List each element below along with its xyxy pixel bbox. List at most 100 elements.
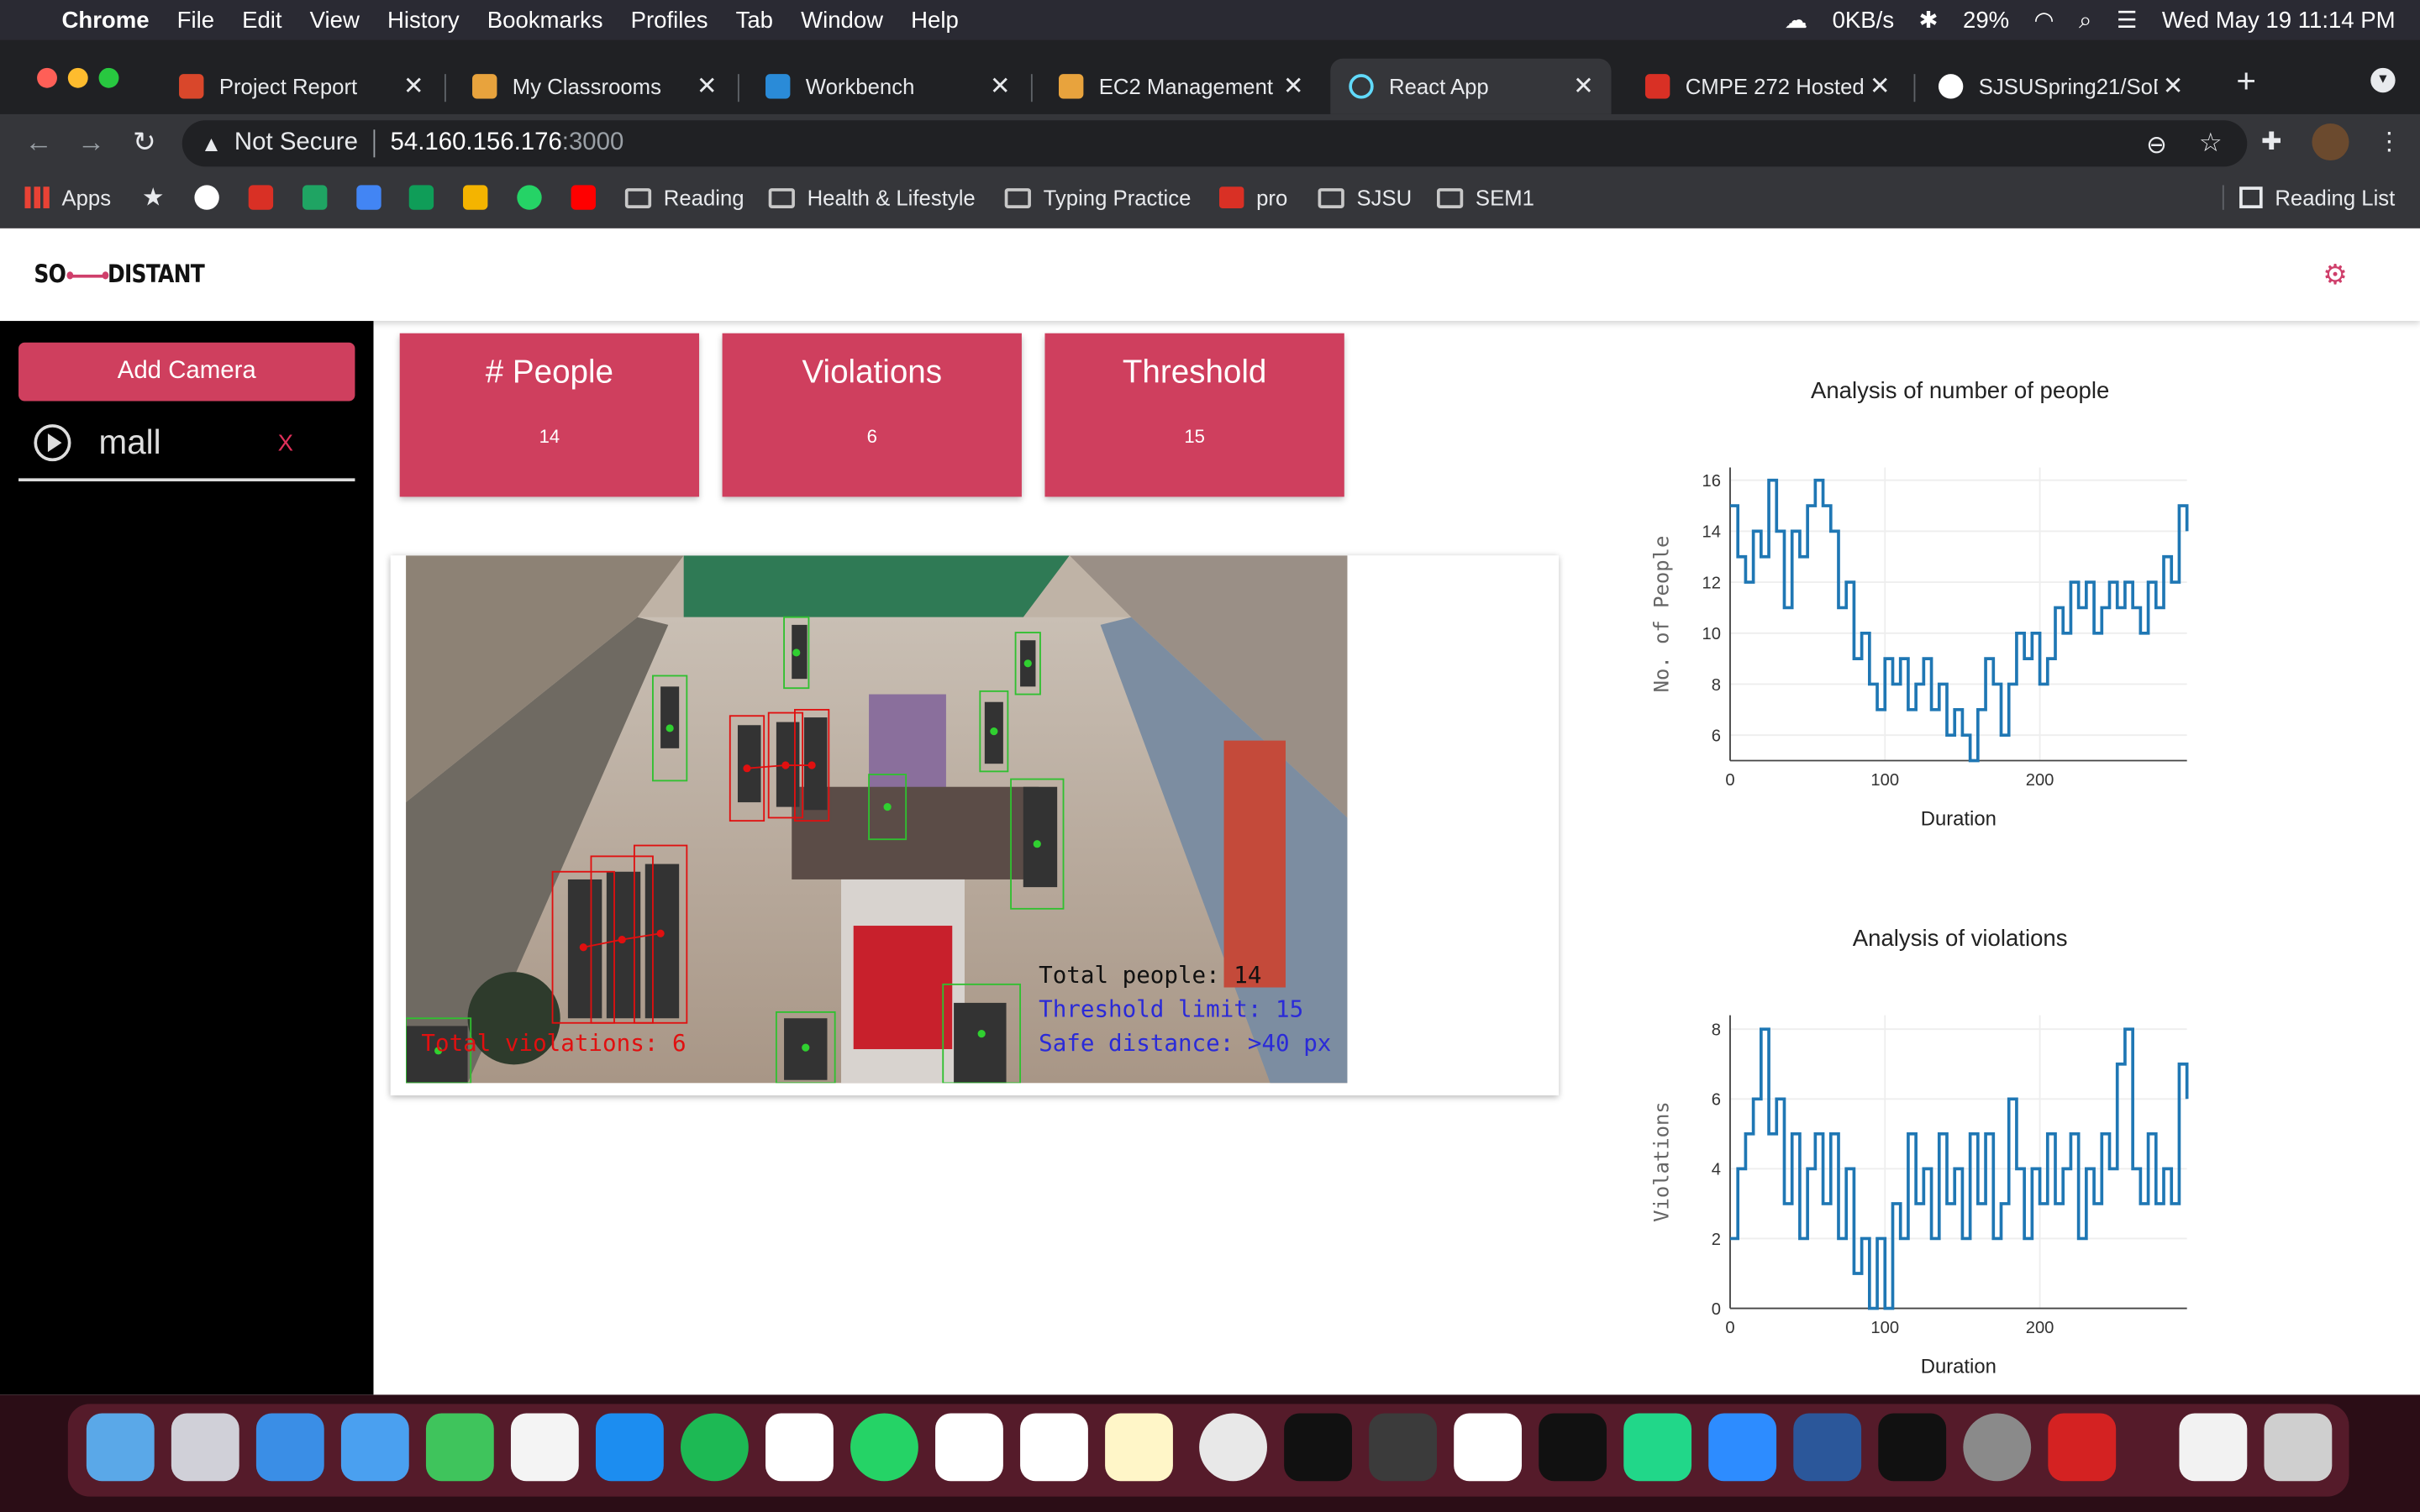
google-icon[interactable] bbox=[194, 185, 219, 210]
document-icon[interactable] bbox=[2179, 1413, 2248, 1482]
activity-monitor-icon[interactable] bbox=[1878, 1413, 1947, 1482]
tab-ec2-management[interactable]: EC2 Management C ✕ bbox=[1040, 59, 1321, 114]
back-icon[interactable]: ← bbox=[24, 127, 52, 160]
forward-icon[interactable]: → bbox=[77, 127, 105, 160]
sheets-icon[interactable] bbox=[408, 185, 434, 210]
facetime-icon[interactable] bbox=[425, 1413, 494, 1482]
spotify-icon[interactable] bbox=[681, 1413, 749, 1482]
notes-icon[interactable] bbox=[1105, 1413, 1173, 1482]
people-chart-svg[interactable]: 6 8 10 12 14 16 0 100 200 Duration No. of People bbox=[1628, 375, 2292, 837]
acrobat-icon[interactable] bbox=[2048, 1413, 2117, 1482]
control-center-icon[interactable]: ☰ bbox=[2117, 6, 2138, 34]
bluetooth-icon[interactable]: ✱ bbox=[1919, 6, 1939, 34]
zoom-icon[interactable]: ⊖ bbox=[2146, 129, 2167, 160]
bookmark-typing-practice[interactable]: Typing Practice bbox=[1004, 185, 1191, 210]
minimize-window-button[interactable] bbox=[67, 67, 88, 88]
trash-icon[interactable] bbox=[2264, 1413, 2333, 1482]
whatsapp-icon[interactable] bbox=[850, 1413, 918, 1482]
tab-workbench[interactable]: Workbench ✕ bbox=[747, 59, 1028, 114]
drive-icon[interactable] bbox=[302, 185, 328, 210]
reload-icon[interactable]: ↻ bbox=[133, 127, 156, 160]
menu-tab[interactable]: Tab bbox=[736, 7, 773, 33]
system-preferences-icon[interactable] bbox=[1963, 1413, 2032, 1482]
sublime-text-icon[interactable] bbox=[1369, 1413, 1437, 1482]
vscode-icon[interactable] bbox=[1454, 1413, 1523, 1482]
close-tab-icon[interactable]: ✕ bbox=[692, 71, 723, 102]
close-tab-icon[interactable]: ✕ bbox=[398, 71, 429, 102]
tab-react-app[interactable]: React App ✕ bbox=[1330, 58, 1612, 114]
tab-cmpe-272[interactable]: CMPE 272 Hosted a ✕ bbox=[1627, 59, 1907, 114]
menu-file[interactable]: File bbox=[177, 7, 214, 33]
safari-icon[interactable] bbox=[255, 1413, 324, 1482]
bookmark-health-lifestyle[interactable]: Health & Lifestyle bbox=[768, 185, 976, 210]
youtube-icon[interactable] bbox=[571, 185, 596, 210]
keep-icon[interactable] bbox=[463, 185, 488, 210]
camera-name[interactable]: mall bbox=[99, 423, 161, 463]
close-tab-icon[interactable]: ✕ bbox=[985, 71, 1016, 102]
settings-gear-icon[interactable]: ⚙ bbox=[2323, 260, 2348, 292]
zoom-icon[interactable] bbox=[1708, 1413, 1777, 1482]
chrome-menu-icon[interactable]: ⋮ bbox=[2377, 127, 2402, 158]
calendar-icon[interactable] bbox=[1020, 1413, 1088, 1482]
camera-feed[interactable]: Total people: 14 Threshold limit: 15 Saf… bbox=[406, 555, 1348, 1084]
profile-avatar[interactable] bbox=[2312, 123, 2349, 161]
tab-search-icon[interactable]: ▾ bbox=[2370, 67, 2396, 93]
remove-camera-button[interactable]: X bbox=[278, 430, 293, 456]
finder-icon[interactable] bbox=[86, 1413, 155, 1482]
intellij-icon[interactable] bbox=[1539, 1413, 1607, 1482]
close-tab-icon[interactable]: ✕ bbox=[1278, 71, 1309, 102]
new-tab-icon[interactable]: + bbox=[2236, 61, 2256, 102]
bookmark-pro[interactable]: pro bbox=[1219, 185, 1287, 210]
menu-view[interactable]: View bbox=[310, 7, 360, 33]
camera-list-item[interactable]: mall X bbox=[18, 417, 355, 482]
violations-chart-svg[interactable]: 0 2 4 6 8 0 100 200 Duration Violations bbox=[1628, 922, 2292, 1385]
tab-my-classrooms[interactable]: My Classrooms ✕ bbox=[454, 59, 734, 114]
menubar-clock[interactable]: Wed May 19 11:14 PM bbox=[2162, 7, 2396, 33]
tab-project-report[interactable]: Project Report ✕ bbox=[160, 59, 441, 114]
slack-icon[interactable] bbox=[765, 1413, 834, 1482]
menu-history[interactable]: History bbox=[387, 7, 460, 33]
play-icon[interactable] bbox=[34, 424, 71, 462]
zoom-window-button[interactable] bbox=[98, 67, 119, 88]
bookmark-apps[interactable]: Apps bbox=[24, 185, 111, 210]
extensions-icon[interactable]: ✚ bbox=[2261, 127, 2282, 158]
address-bar[interactable]: ▲ Not Secure 54.160.156.176:3000 ⊖ ☆ bbox=[182, 120, 2248, 167]
security-status[interactable]: Not Secure bbox=[234, 129, 358, 157]
menu-window[interactable]: Window bbox=[801, 7, 883, 33]
menu-help[interactable]: Help bbox=[911, 7, 959, 33]
terminal-icon[interactable] bbox=[1284, 1413, 1352, 1482]
close-tab-icon[interactable]: ✕ bbox=[1568, 71, 1599, 102]
close-tab-icon[interactable]: ✕ bbox=[2158, 71, 2189, 102]
menu-profiles[interactable]: Profiles bbox=[631, 7, 708, 33]
upload-icon[interactable]: ☁ bbox=[1785, 6, 1808, 34]
bookmark-star-icon[interactable]: ☆ bbox=[2199, 128, 2223, 159]
chrome-icon[interactable] bbox=[1199, 1413, 1267, 1482]
menu-edit[interactable]: Edit bbox=[242, 7, 281, 33]
launchpad-icon[interactable] bbox=[171, 1413, 239, 1482]
reading-list[interactable]: Reading List bbox=[2222, 185, 2395, 210]
menu-bookmarks[interactable]: Bookmarks bbox=[487, 7, 603, 33]
menu-app-name[interactable]: Chrome bbox=[61, 7, 149, 33]
battery-percent[interactable]: 29% bbox=[1963, 7, 2009, 33]
app-logo[interactable]: SO DISTANT bbox=[34, 260, 204, 289]
close-tab-icon[interactable]: ✕ bbox=[1865, 71, 1896, 102]
star-bookmark-icon[interactable]: ★ bbox=[142, 182, 164, 213]
warning-icon[interactable]: ▲ bbox=[201, 131, 222, 155]
mail-icon[interactable] bbox=[340, 1413, 409, 1482]
pycharm-icon[interactable] bbox=[1623, 1413, 1692, 1482]
reminders-icon[interactable] bbox=[510, 1413, 579, 1482]
docs-icon[interactable] bbox=[356, 185, 381, 210]
spotlight-icon[interactable]: ⌕ bbox=[2079, 7, 2091, 33]
add-camera-button[interactable]: Add Camera bbox=[18, 342, 355, 402]
gmail-icon[interactable] bbox=[248, 185, 274, 210]
word-icon[interactable] bbox=[1793, 1413, 1862, 1482]
bookmark-sjsu[interactable]: SJSU bbox=[1318, 185, 1412, 210]
tab-github-sodi[interactable]: SJSUSpring21/SoDi ✕ bbox=[1920, 59, 2201, 114]
whatsapp-icon[interactable] bbox=[517, 185, 542, 210]
close-window-button[interactable] bbox=[37, 67, 57, 88]
todoist-icon[interactable] bbox=[935, 1413, 1003, 1482]
bookmark-sem1[interactable]: SEM1 bbox=[1437, 185, 1534, 210]
wifi-icon[interactable]: ◠ bbox=[2034, 6, 2054, 34]
bookmark-reading[interactable]: Reading bbox=[624, 185, 744, 210]
app-store-icon[interactable] bbox=[595, 1413, 664, 1482]
